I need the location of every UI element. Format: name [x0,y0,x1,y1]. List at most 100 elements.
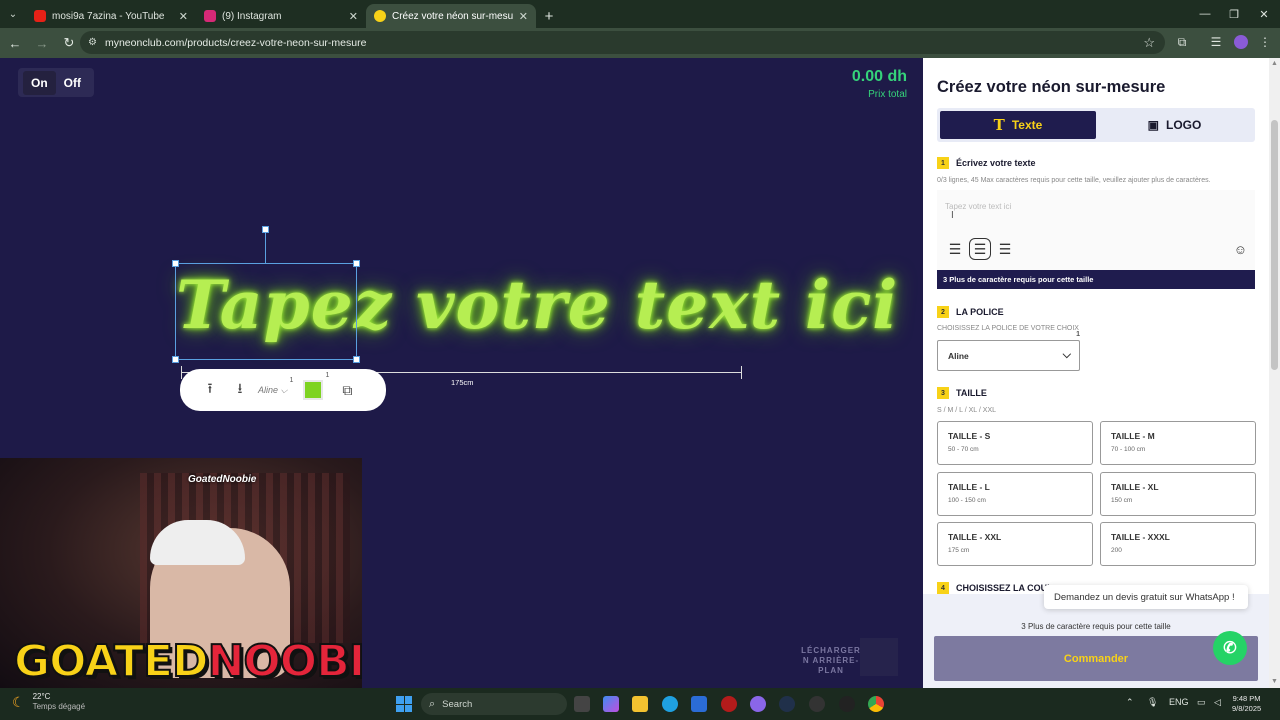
size-option-l[interactable]: TAILLE - L 100 - 150 cm [937,472,1093,516]
background-preview-square[interactable] [860,638,898,676]
step-1-heading: 1 Écrivez votre texte [937,157,1036,169]
network-icon[interactable]: ▭ [1197,697,1206,708]
close-tab-icon[interactable]: ✕ [519,10,528,23]
browser-menu-icon[interactable]: ⋮ [1253,30,1277,54]
forward-arrow-icon[interactable]: → [30,31,54,55]
search-icon: ⌕ [429,697,436,710]
tab-youtube[interactable]: mosi9a 7azina - YouTube ✕ [26,4,196,28]
site-info-icon[interactable]: ⚙ [88,37,97,48]
required-note: 3 Plus de caractère requis pour cette ta… [1021,622,1171,631]
resize-handle-top-left[interactable] [172,260,179,267]
size-range: 200 [1111,547,1122,554]
taskbar-search[interactable]: ⌕ Search [421,693,567,715]
size-option-xxl[interactable]: TAILLE - XXL 175 cm [937,522,1093,566]
chevron-down-icon: ⌵ [280,384,288,395]
obs-icon[interactable] [839,696,855,712]
instagram-icon [204,10,216,22]
whatsapp-icon[interactable]: ✆ [1213,631,1247,665]
toggle-on-button[interactable]: On [23,70,56,95]
volume-icon[interactable]: ◁ [1214,697,1221,708]
align-left-icon[interactable]: ☰ [944,238,966,260]
send-backward-icon[interactable]: ⭳ [228,378,252,402]
tab-myneonclub[interactable]: Créez votre néon sur-mesure - ✕ [366,4,536,28]
close-tab-icon[interactable]: ✕ [349,10,358,23]
reload-icon[interactable]: ↻ [57,31,81,55]
scroll-up-icon[interactable]: ▲ [1271,60,1278,67]
minimize-icon[interactable]: — [1189,0,1221,28]
color-swatch[interactable]: 1 [303,372,329,400]
font-select-value: Aline [948,350,969,361]
tab-instagram[interactable]: (9) Instagram ✕ [196,4,366,28]
close-window-icon[interactable]: ✕ [1248,0,1280,28]
font-count-badge: 1 [289,376,294,384]
font-select[interactable]: Aline ⌵ 1 [937,331,1080,371]
resize-handle-bottom-left[interactable] [172,356,179,363]
step-number: 3 [937,387,949,399]
size-option-xxxl[interactable]: TAILLE - XXXL 200 [1100,522,1256,566]
align-center-icon[interactable]: ☰ [969,238,991,260]
app-icon-red[interactable] [721,696,737,712]
scroll-down-icon[interactable]: ▼ [1271,678,1278,685]
tab-text[interactable]: T Texte [940,111,1096,139]
microphone-icon[interactable]: 🎙 [1147,697,1158,708]
rotate-handle[interactable] [262,226,269,233]
size-option-m[interactable]: TAILLE - M 70 - 100 cm [1100,421,1256,465]
store-icon[interactable] [691,696,707,712]
chevron-down-icon: ⌵ [1062,349,1071,361]
selection-box[interactable] [175,263,357,360]
step-title: CHOISISSEZ LA COUL [956,583,1053,593]
address-bar[interactable]: ⚙ myneonclub.com/products/creez-votre-ne… [80,31,1165,54]
size-name: TAILLE - XXL [948,532,1002,542]
windows-start-icon[interactable] [396,696,412,712]
back-arrow-icon[interactable]: ← [3,31,27,55]
brand-part-2: NOOBIE [207,636,362,687]
restore-icon[interactable]: ❐ [1218,0,1250,28]
discord-icon[interactable] [750,696,766,712]
weather-widget[interactable]: ☾ 22°C Temps dégagé [12,692,85,712]
font-dropdown[interactable]: Aline ⌵ 1 [258,377,293,396]
duplicate-icon[interactable]: ⧉ [335,378,359,402]
streamer-brand-logo: GOATEDNOOBIE [13,639,362,685]
copilot-icon[interactable] [603,696,619,712]
bring-forward-icon[interactable]: ⭱ [198,378,222,402]
neon-text-input[interactable]: Tapez votre text ici I ☰ ☰ ☰ ☺ [937,190,1255,270]
tab-search-chevron-icon[interactable]: ⌄ [0,0,26,28]
size-option-xl[interactable]: TAILLE - XL 150 cm [1100,472,1256,516]
close-tab-icon[interactable]: ✕ [179,10,188,23]
tray-chevron-up-icon[interactable]: ⌃ [1126,697,1134,708]
chrome-icon[interactable] [868,696,884,712]
extensions-icon[interactable]: ⧉ [1170,30,1194,54]
element-toolbar: ⭱ ⭳ Aline ⌵ 1 1 ⧉ [180,369,386,411]
step-2-sub: CHOISISSEZ LA POLICE DE VOTRE CHOIX [937,325,1079,332]
edge-icon[interactable] [662,696,678,712]
step-1-hint: 0/3 lignes, 45 Max caractères requis pou… [937,177,1211,184]
media-controls-icon[interactable]: ☰ [1204,30,1228,54]
panel-scrollbar[interactable]: ▲ ▼ [1269,58,1280,688]
tab-logo[interactable]: ▣ LOGO [1097,111,1252,139]
size-option-s[interactable]: TAILLE - S 50 - 70 cm [937,421,1093,465]
scrollbar-thumb[interactable] [1271,120,1278,370]
emoji-icon[interactable]: ☺ [1234,242,1247,257]
order-button[interactable]: Commander [934,636,1258,681]
xbox-icon[interactable] [809,696,825,712]
download-background-label[interactable]: LÉCHARGER N ARRIÈRE- PLAN [800,646,862,676]
new-tab-button[interactable]: + [536,4,562,28]
file-explorer-icon[interactable] [632,696,648,712]
toggle-off-button[interactable]: Off [56,71,89,95]
taskbar-clock[interactable]: 9:48 PM 9/8/2025 [1232,694,1261,714]
task-view-icon[interactable] [574,696,590,712]
size-range: 50 - 70 cm [948,446,979,453]
resize-handle-bottom-right[interactable] [353,356,360,363]
language-indicator[interactable]: ENG [1169,697,1189,707]
align-right-icon[interactable]: ☰ [994,238,1016,260]
panel-title: Créez votre néon sur-mesure [937,78,1166,96]
steam-icon[interactable] [779,696,795,712]
color-count-badge: 1 [325,372,330,379]
profile-avatar[interactable] [1229,30,1253,54]
bookmark-star-icon[interactable]: ☆ [1143,35,1155,51]
step-2-heading: 2 LA POLICE [937,306,1004,318]
neon-preview-canvas[interactable]: On Off 0.00 dh Prix total Tapez votre te… [0,58,923,688]
url-text: myneonclub.com/products/creez-votre-neon… [104,36,367,49]
tab-text-label: Texte [1011,118,1043,132]
resize-handle-top-right[interactable] [353,260,360,267]
